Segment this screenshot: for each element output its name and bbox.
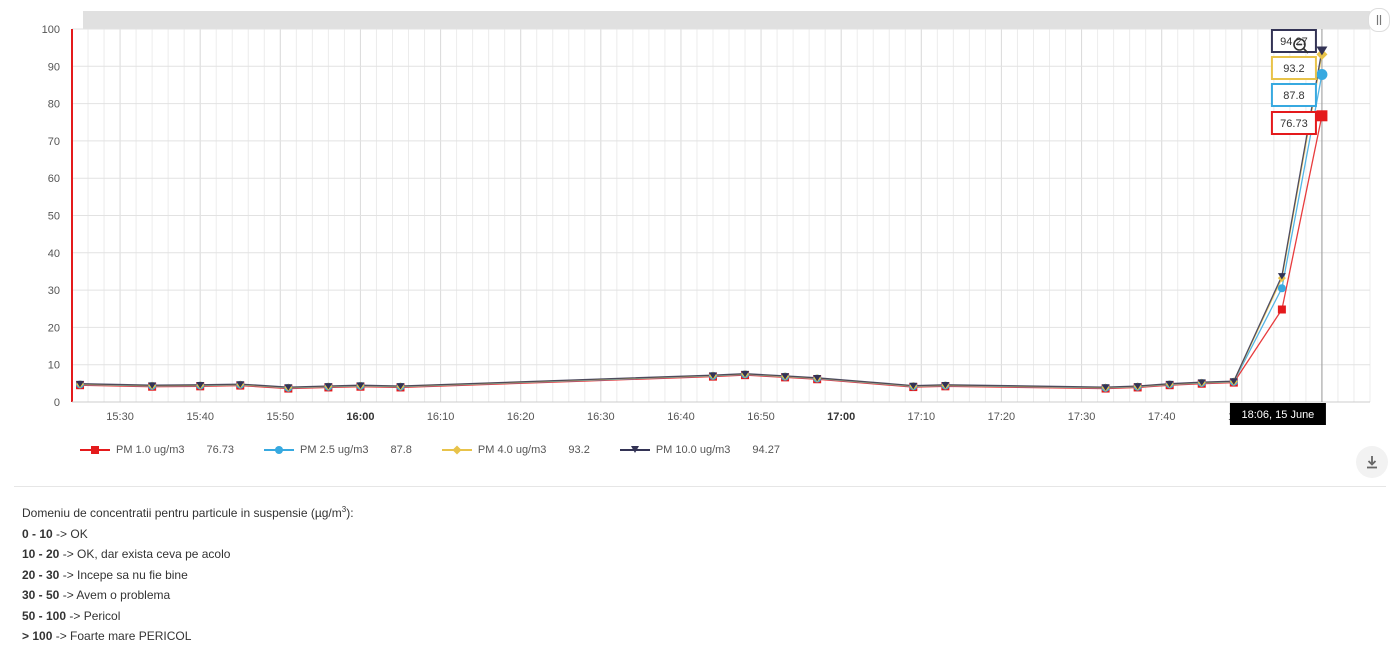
value-tooltip-text: 87.8 [1283,90,1304,102]
x-tick-label: 16:00 [346,411,374,423]
x-tick-label: 17:40 [1148,411,1176,423]
y-tick-label: 40 [48,248,60,260]
y-tick-label: 50 [48,211,60,223]
data-point [1277,284,1286,293]
series-line [79,54,1323,389]
y-tick-label: 10 [48,360,60,372]
x-tick-label: 15:50 [267,411,295,423]
data-point [1316,69,1328,81]
series-line [79,115,1323,390]
navigator-bar[interactable] [83,11,1370,29]
x-tick-label: 17:30 [1068,411,1096,423]
legend-item-pm25[interactable]: PM 2.5 ug/m3 87.8 [264,444,412,456]
concentration-ranges-info: Domeniu de concentratii pentru particule… [22,500,354,647]
series-markers [76,46,1328,393]
y-tick-label: 70 [48,136,60,148]
download-icon[interactable] [1356,446,1388,478]
info-row: 10 - 20 -> OK, dar exista ceva pe acolo [22,547,231,561]
series-line [79,74,1323,389]
x-tick-label: 16:40 [667,411,695,423]
value-tooltip-text: 76.73 [1280,118,1308,130]
info-row: > 100 -> Foarte mare PERICOL [22,629,192,643]
legend-value-pm25: 87.8 [390,444,412,456]
y-tick-label: 20 [48,322,60,334]
info-row: 20 - 30 -> Incepe sa nu fie bine [22,567,188,582]
legend-value-pm10: 94.27 [752,444,780,456]
series-lines [79,50,1323,390]
legend: PM 1.0 ug/m3 76.73 PM 2.5 ug/m3 87.8 PM … [80,444,810,456]
info-row: 50 - 100 -> Pericol [22,608,121,623]
value-tooltip: 87.8 [1270,83,1317,107]
y-tick-label: 100 [42,24,60,36]
legend-label-pm10: PM 10.0 ug/m3 [655,444,731,456]
legend-swatch-pm1 [80,445,110,455]
info-row: 0 - 10 -> OK [22,526,88,541]
legend-swatch-pm4 [441,445,472,455]
crosshair-label: 18:06, 15 June [1229,403,1326,425]
legend-value-pm4: 93.2 [568,444,590,456]
grid [71,28,1371,403]
x-tick-label: 16:50 [747,411,775,423]
x-tick-label: 16:10 [427,411,455,423]
x-tick-label: 15:30 [106,411,134,423]
zoom-out-icon[interactable] [1291,36,1311,56]
grip-icon[interactable] [1368,8,1390,32]
y-tick-label: 0 [54,397,60,409]
y-tick-label: 60 [48,173,60,185]
divider [14,486,1386,487]
x-tick-label: 16:20 [507,411,535,423]
crosshair-label-text: 18:06, 15 June [1242,409,1315,421]
info-title: Domeniu de concentratii pentru particule… [22,505,354,520]
info-row: 30 - 50 -> Avem o problema [22,588,171,602]
legend-label-pm1: PM 1.0 ug/m3 [116,444,185,456]
x-tick-label: 17:20 [988,411,1016,423]
legend-item-pm1[interactable]: PM 1.0 ug/m3 76.73 [80,444,234,456]
x-tick-label: 17:00 [827,411,855,423]
y-tick-label: 90 [48,61,60,73]
y-tick-label: 80 [48,99,60,111]
x-tick-label: 16:30 [587,411,615,423]
legend-swatch-pm10 [619,445,650,455]
value-tooltip: 93.2 [1270,56,1317,80]
legend-label-pm4: PM 4.0 ug/m3 [477,444,547,456]
data-point [1277,305,1286,314]
series-line [79,50,1323,388]
legend-label-pm25: PM 2.5 ug/m3 [300,444,369,456]
legend-swatch-pm25 [264,445,295,455]
value-tooltip-text: 93.2 [1283,63,1304,75]
y-tick-label: 30 [48,285,60,297]
data-point [1316,110,1328,122]
legend-item-pm4[interactable]: PM 4.0 ug/m3 93.2 [441,444,590,456]
value-tooltip: 76.73 [1270,111,1317,135]
x-tick-label: 17:10 [908,411,936,423]
axes: 0 10 20 30 40 50 60 70 80 90 100 15:30 15:40 15:50 16:… [42,24,1370,423]
x-tick-label: 15:40 [186,411,214,423]
legend-item-pm10[interactable]: PM 10.0 ug/m3 94.27 [619,444,780,456]
legend-value-pm1: 76.73 [206,444,235,456]
line-chart: 0 10 20 30 40 50 60 70 80 90 100 15:30 15:40 15:50 16:… [42,11,1371,425]
